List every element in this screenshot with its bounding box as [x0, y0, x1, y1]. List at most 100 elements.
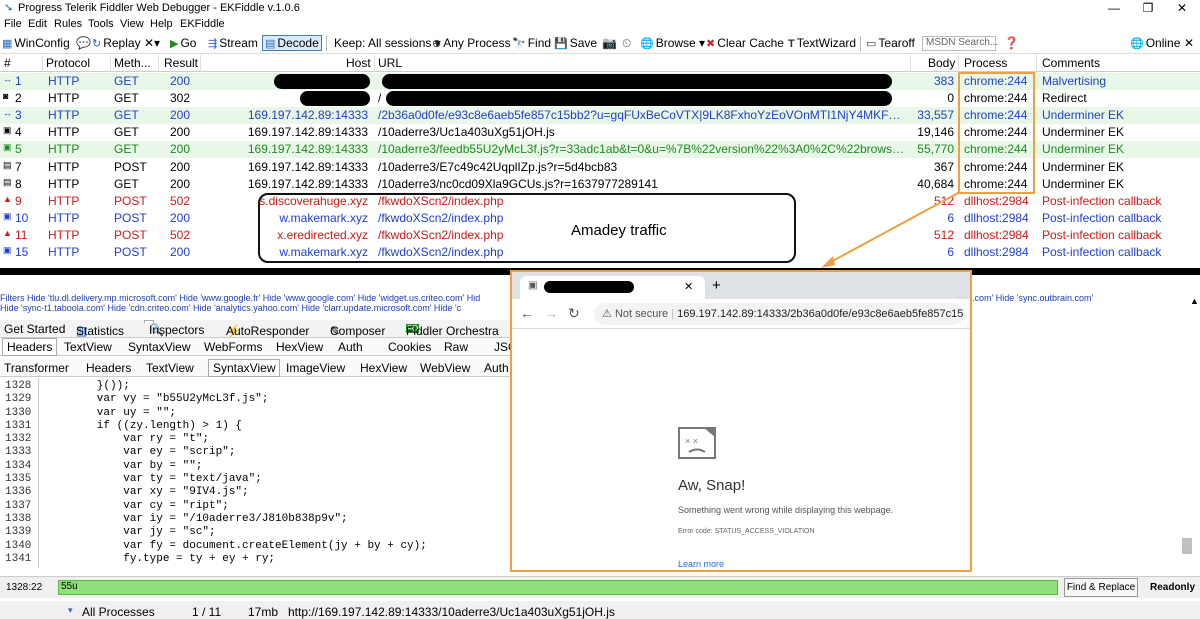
resp-tab-auth[interactable]: Auth: [484, 361, 509, 375]
browser-content: × × Aw, Snap! Something went wrong while…: [512, 329, 970, 570]
find-input[interactable]: 55u: [58, 580, 1058, 595]
editor-scrollbar-thumb[interactable]: [1182, 538, 1192, 554]
reload-icon[interactable]: ↻: [568, 305, 580, 322]
sad-tab-icon: × ×: [678, 427, 716, 459]
process-filter-icon[interactable]: ▾: [68, 605, 73, 616]
new-tab-button[interactable]: +: [712, 277, 721, 294]
winconfig-button[interactable]: ▦ WinConfig: [2, 36, 70, 50]
col-result[interactable]: Result: [164, 56, 198, 70]
not-secure-label: Not secure: [614, 308, 669, 320]
process-highlight-box: [958, 72, 1035, 194]
req-tab-raw[interactable]: Raw: [444, 340, 468, 354]
session-process: dllhost:2984: [964, 227, 1029, 242]
browser-tab-bar: ▣ ✕ +: [512, 272, 970, 299]
resp-tab-webview[interactable]: WebView: [420, 361, 470, 375]
session-comment: Underminer EK: [1042, 125, 1125, 140]
col-host[interactable]: Host: [346, 56, 371, 70]
tearoff-button[interactable]: ▭ Tearoff: [866, 36, 915, 50]
col-method[interactable]: Meth...: [114, 56, 151, 70]
req-tab-headers[interactable]: Headers: [2, 338, 58, 356]
col-protocol[interactable]: Protocol: [46, 56, 90, 70]
close-button[interactable]: ✕: [1172, 1, 1192, 15]
remove-button[interactable]: ✕▾: [144, 36, 160, 50]
req-tab-textview[interactable]: TextView: [64, 340, 112, 354]
menu-rules[interactable]: Rules: [54, 18, 82, 30]
back-arrow-icon[interactable]: ←: [520, 305, 534, 321]
menu-edit[interactable]: Edit: [28, 18, 47, 30]
resp-tab-hexview[interactable]: HexView: [360, 361, 407, 375]
save-button[interactable]: 💾 Save: [554, 36, 597, 50]
any-process-button[interactable]: ⊕ Any Process: [432, 36, 511, 50]
error-message: Something went wrong while displaying th…: [678, 505, 894, 515]
find-replace-button[interactable]: Find & Replace: [1064, 578, 1138, 597]
address-url: 169.197.142.89:14333/2b36a0d0fe/e93c8e6a…: [677, 308, 964, 320]
windows-icon: ▦: [2, 38, 13, 50]
col-url[interactable]: URL: [378, 56, 402, 70]
menu-tools[interactable]: Tools: [88, 18, 114, 30]
address-bar[interactable]: ⚠ Not secure | 169.197.142.89:14333/2b36…: [594, 303, 964, 325]
session-body: 367: [933, 159, 954, 174]
req-tab-syntaxview[interactable]: SyntaxView: [128, 340, 190, 354]
gutter-divider: [38, 378, 39, 568]
session-comment: Underminer EK: [1042, 159, 1125, 174]
error-title: Aw, Snap!: [678, 477, 746, 494]
keep-sessions-dropdown[interactable]: Keep: All sessions ▾: [334, 36, 441, 50]
maximize-button[interactable]: ❐: [1138, 1, 1158, 15]
browser-tab[interactable]: ▣ ✕: [520, 276, 705, 299]
stream-button[interactable]: ⇶ Stream: [208, 36, 258, 50]
resp-tab-syntaxview[interactable]: SyntaxView: [208, 359, 281, 377]
col-body[interactable]: Body: [928, 56, 955, 70]
forward-arrow-icon[interactable]: →: [544, 305, 558, 321]
comment-icon[interactable]: 💬: [76, 36, 91, 50]
timer-icon[interactable]: ⏲: [622, 36, 631, 51]
req-tab-cookies[interactable]: Cookies: [388, 340, 431, 354]
go-button[interactable]: ▶ Go: [170, 36, 196, 50]
req-tab-hexview[interactable]: HexView: [276, 340, 323, 354]
learn-more-link[interactable]: Learn more: [678, 559, 724, 569]
req-tab-webforms[interactable]: WebForms: [204, 340, 262, 354]
window-title: Progress Telerik Fiddler Web Debugger - …: [18, 2, 300, 14]
menu-ekfiddle[interactable]: EKFiddle: [180, 18, 225, 30]
process-filter[interactable]: All Processes: [82, 605, 155, 619]
help-icon[interactable]: ❓: [1004, 36, 1019, 50]
minimize-button[interactable]: —: [1104, 1, 1124, 15]
req-tab-auth[interactable]: Auth: [338, 340, 363, 354]
toolbar-separator: [860, 36, 861, 51]
find-button[interactable]: 🔭 Find: [512, 36, 551, 50]
filters-scroll-up-icon[interactable]: ▲: [1190, 296, 1199, 306]
line-number: 1338: [5, 512, 32, 525]
toolbar-close-icon[interactable]: ✕: [1184, 36, 1194, 50]
filters-line-1b: .com' Hide 'sync.outbrain.com': [972, 293, 1094, 303]
tab-inspectors[interactable]: 🔍 Inspectors: [144, 320, 204, 337]
col-number[interactable]: #: [4, 56, 11, 70]
replay-button[interactable]: ↻ Replay: [92, 36, 141, 50]
tab-close-icon[interactable]: ✕: [684, 280, 693, 293]
code-line: var cy = "ript";: [44, 499, 229, 512]
msdn-search-input[interactable]: MSDN Search...: [922, 36, 998, 51]
session-process: dllhost:2984: [964, 193, 1029, 208]
col-comments[interactable]: Comments: [1042, 56, 1100, 70]
decode-button[interactable]: ▤ Decode: [262, 35, 322, 51]
resp-tab-imageview[interactable]: ImageView: [286, 361, 345, 375]
menu-view[interactable]: View: [120, 18, 144, 30]
menu-help[interactable]: Help: [150, 18, 173, 30]
line-number: 1341: [5, 552, 32, 565]
warning-icon: ⚠: [602, 308, 612, 320]
code-line: if ((zy.length) > 1) {: [44, 419, 243, 432]
session-body: 40,684: [917, 176, 954, 191]
crosshair-icon: ⊕: [432, 38, 442, 50]
replay-icon: ↻: [92, 38, 102, 50]
resp-tab-transformer[interactable]: Transformer: [4, 361, 69, 375]
code-line: var ey = "scrip";: [44, 446, 236, 459]
col-process[interactable]: Process: [964, 56, 1007, 70]
toolbar: ▦ WinConfig 💬 ↻ Replay ✕▾ ▶ Go ⇶ Stream ▤ Dec…: [0, 34, 1200, 54]
browse-button[interactable]: 🌐 Browse ▾: [640, 36, 705, 50]
error-code: Error code: STATUS_ACCESS_VIOLATION: [678, 528, 815, 535]
resp-tab-headers[interactable]: Headers: [86, 361, 131, 375]
clear-cache-button[interactable]: ✖ Clear Cache: [706, 36, 784, 50]
textwizard-button[interactable]: T TextWizard: [788, 36, 856, 50]
menu-file[interactable]: File: [4, 18, 22, 30]
resp-tab-textview[interactable]: TextView: [146, 361, 194, 375]
camera-icon[interactable]: 📷: [602, 36, 617, 50]
tab-get-started[interactable]: Get Started: [4, 322, 65, 336]
